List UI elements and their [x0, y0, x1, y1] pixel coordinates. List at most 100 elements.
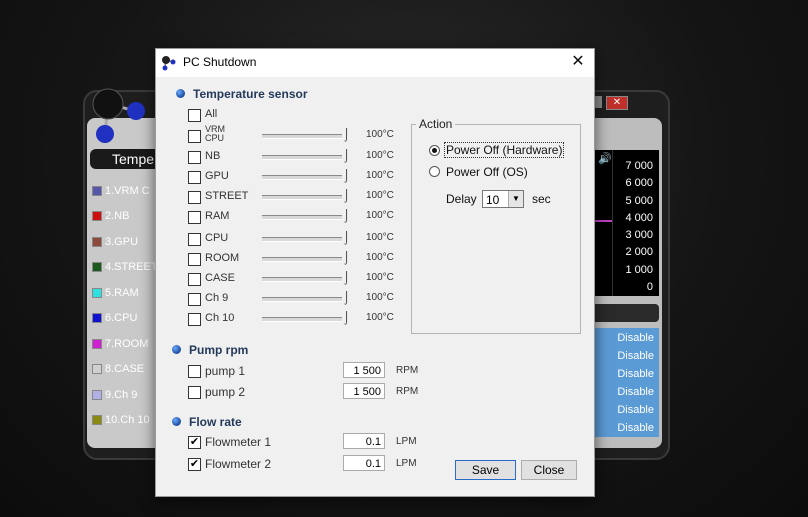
temp-slider-track[interactable]	[262, 175, 342, 180]
temp-slider-track[interactable]	[262, 134, 342, 139]
temp-sensor-checkbox[interactable]	[188, 171, 201, 184]
temp-sensor-checkbox[interactable]	[188, 211, 201, 224]
flow-checkbox[interactable]	[188, 458, 201, 471]
temp-sensor-checkbox[interactable]	[188, 130, 201, 143]
temp-slider-track[interactable]	[262, 277, 342, 282]
background-chart: 🔊 7 000 6 000 5 000 4 000 3 000 2 000 1 …	[592, 150, 659, 296]
close-button[interactable]: Close	[521, 460, 577, 480]
temp-slider-thumb[interactable]: ⌡	[343, 189, 350, 201]
disable-label[interactable]: Disable	[592, 346, 659, 364]
section-bullet-icon	[176, 89, 185, 98]
temp-sensor-row: Ch 9 ⌡ 100°C	[188, 291, 418, 309]
temp-slider-thumb[interactable]: ⌡	[343, 149, 350, 161]
temp-sensor-checkbox[interactable]	[188, 313, 201, 326]
flow-checkbox[interactable]	[188, 436, 201, 449]
pump-rpm-input[interactable]: 1 500	[343, 362, 385, 378]
channel-item[interactable]: 9.Ch 9	[92, 382, 158, 408]
disable-label[interactable]: Disable	[592, 418, 659, 436]
temp-slider-track[interactable]	[262, 237, 342, 242]
app-logo-icon	[162, 56, 176, 71]
dialog-client: Temperature sensor All VRM CPU ⌡ 100°C N…	[156, 77, 594, 496]
temp-slider-track[interactable]	[262, 155, 342, 160]
temp-slider-track[interactable]	[262, 297, 342, 302]
channel-item[interactable]: 5.RAM	[92, 280, 158, 306]
power-off-os-label[interactable]: Power Off (OS)	[446, 165, 528, 179]
power-off-hardware-radio[interactable]	[429, 145, 440, 156]
temp-slider-thumb[interactable]: ⌡	[343, 291, 350, 303]
temp-slider-thumb[interactable]: ⌡	[343, 311, 350, 323]
dialog-titlebar[interactable]: PC Shutdown ✕	[156, 49, 594, 77]
temp-slider-track[interactable]	[262, 215, 342, 220]
temp-slider-track[interactable]	[262, 257, 342, 262]
disable-label[interactable]: Disable	[592, 400, 659, 418]
channel-label: 8.CASE	[105, 363, 145, 376]
channel-label: 9.Ch 9	[105, 388, 138, 401]
temp-slider-thumb[interactable]: ⌡	[343, 271, 350, 283]
delay-label: Delay	[446, 192, 477, 206]
temp-slider-thumb[interactable]: ⌡	[343, 169, 350, 181]
pump-row: pump 1 1 500 RPM	[188, 362, 428, 381]
temp-sensor-row: RAM ⌡ 100°C	[188, 209, 418, 227]
temp-value: 100°C	[366, 190, 394, 201]
temp-sensor-label: CPU	[205, 232, 229, 244]
temp-sensor-checkbox[interactable]	[188, 253, 201, 266]
disable-label[interactable]: Disable	[592, 328, 659, 346]
temp-slider-thumb[interactable]: ⌡	[343, 251, 350, 263]
temp-slider-thumb[interactable]: ⌡	[343, 209, 350, 221]
channel-item[interactable]: 7.ROOM	[92, 331, 158, 357]
channel-item[interactable]: 1.VRM C	[92, 178, 158, 204]
temp-sensor-checkbox[interactable]	[188, 233, 201, 246]
temp-slider-track[interactable]	[262, 195, 342, 200]
background-scroll-bar[interactable]	[592, 304, 659, 322]
channel-item[interactable]: 3.GPU	[92, 229, 158, 255]
temp-sensor-label: STREET	[205, 190, 249, 202]
channel-label: 10.Ch 10	[105, 414, 150, 427]
pump-rpm-input[interactable]: 1 500	[343, 383, 385, 399]
flow-unit: LPM	[396, 436, 417, 447]
flow-input[interactable]: 0.1	[343, 455, 385, 471]
disable-label[interactable]: Disable	[592, 364, 659, 382]
channel-item[interactable]: 10.Ch 10	[92, 408, 158, 434]
disable-label[interactable]: Disable	[592, 382, 659, 400]
background-left-header-text: Tempe	[112, 151, 155, 167]
flow-label: Flowmeter 1	[205, 435, 272, 449]
temp-slider-track[interactable]	[262, 317, 342, 322]
temp-sensor-checkbox[interactable]	[188, 273, 201, 286]
channel-item[interactable]: 6.CPU	[92, 306, 158, 332]
channel-item[interactable]: 8.CASE	[92, 357, 158, 383]
pump-checkbox[interactable]	[188, 386, 201, 399]
channel-label: 6.CPU	[105, 312, 138, 325]
temp-sensor-checkbox[interactable]	[188, 293, 201, 306]
save-button[interactable]: Save	[455, 460, 516, 480]
temp-sensor-label: Ch 9	[205, 292, 229, 304]
pump-unit: RPM	[396, 365, 419, 376]
section-bullet-icon	[172, 417, 181, 426]
channel-swatch	[92, 236, 102, 247]
speaker-icon[interactable]: 🔊	[598, 152, 612, 165]
chevron-down-icon[interactable]: ▼	[508, 191, 523, 207]
temp-slider-thumb[interactable]: ⌡	[343, 128, 350, 140]
temp-all-row[interactable]: All	[188, 107, 388, 125]
temp-sensor-checkbox[interactable]	[188, 191, 201, 204]
temp-slider-thumb[interactable]: ⌡	[343, 231, 350, 243]
power-off-os-radio[interactable]	[429, 166, 440, 177]
close-icon[interactable]: ✕	[562, 49, 594, 75]
channel-item[interactable]: 2.NB	[92, 204, 158, 230]
chart-tick-label: 6 000	[625, 177, 653, 190]
temp-value: 100°C	[366, 170, 394, 181]
background-close-button[interactable]: ✕	[606, 96, 628, 110]
channel-item[interactable]: 4.STREET	[92, 255, 158, 281]
temp-all-checkbox[interactable]	[188, 109, 201, 122]
temp-value: 100°C	[366, 292, 394, 303]
power-off-hardware-label[interactable]: Power Off (Hardware)	[443, 142, 565, 158]
channel-swatch	[92, 313, 102, 324]
flow-input[interactable]: 0.1	[343, 433, 385, 449]
pump-checkbox[interactable]	[188, 365, 201, 378]
delay-select[interactable]: 10 ▼	[482, 190, 524, 208]
temp-sensor-checkbox[interactable]	[188, 151, 201, 164]
app-logo-icon	[92, 88, 145, 143]
temp-sensor-label: GPU	[205, 170, 229, 182]
temp-value: 100°C	[366, 272, 394, 283]
temperature-heading: Temperature sensor	[193, 87, 308, 101]
delay-value: 10	[486, 193, 500, 207]
